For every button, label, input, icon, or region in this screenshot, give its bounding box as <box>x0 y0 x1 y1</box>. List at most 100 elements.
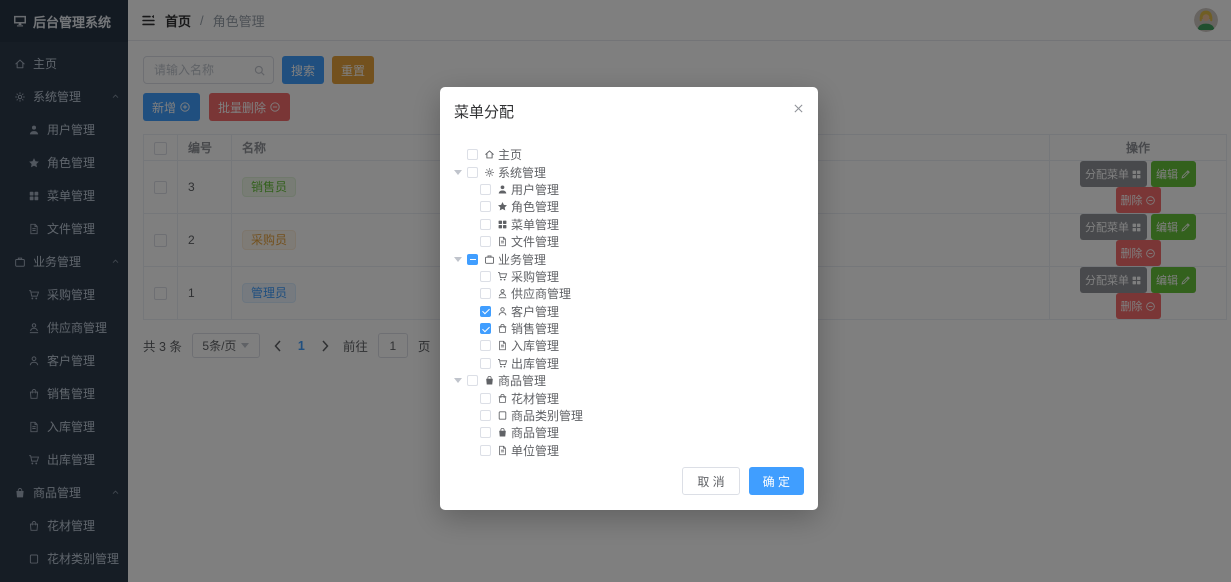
gear-icon <box>484 167 495 178</box>
cart-icon <box>497 358 508 369</box>
expander-caret-icon[interactable] <box>454 375 465 386</box>
tree-checkbox[interactable] <box>480 288 491 300</box>
confirm-button-label: 确 定 <box>762 474 790 489</box>
tree-checkbox[interactable] <box>467 375 478 387</box>
bag-icon <box>497 323 508 334</box>
suitcase-icon <box>484 254 495 265</box>
tree-node[interactable]: 单位管理 <box>454 442 804 459</box>
expander-caret-icon[interactable] <box>454 254 465 265</box>
tree-node-label: 商品管理 <box>511 426 560 441</box>
cart-icon <box>497 271 508 282</box>
tree-node[interactable]: 客户管理 <box>454 303 804 320</box>
tree-node-label: 系统管理 <box>498 165 547 180</box>
tree-node-label: 采购管理 <box>511 269 560 284</box>
user-solid-icon <box>497 184 508 195</box>
tree-node-label: 入库管理 <box>511 339 560 354</box>
tree-node[interactable]: 主页 <box>454 146 804 163</box>
tree-checkbox[interactable] <box>480 236 491 248</box>
tree-node-label: 商品管理 <box>498 374 547 389</box>
expander-caret-icon[interactable] <box>454 167 465 178</box>
tree-checkbox[interactable] <box>480 323 491 335</box>
tree-checkbox[interactable] <box>480 270 491 282</box>
tree-node-label: 菜单管理 <box>511 217 560 232</box>
tree-node-label: 用户管理 <box>511 182 560 197</box>
tree-node[interactable]: 角色管理 <box>454 198 804 215</box>
document-icon <box>497 445 508 456</box>
tree-node-label: 出库管理 <box>511 356 560 371</box>
tree-checkbox[interactable] <box>480 427 491 439</box>
tree-node[interactable]: 花材管理 <box>454 389 804 406</box>
dialog-footer: 取 消 确 定 <box>440 467 818 510</box>
user-base-icon <box>497 288 508 299</box>
tree-checkbox[interactable] <box>467 166 478 178</box>
tree-node[interactable]: 商品类别管理 <box>454 407 804 424</box>
tree-node-label: 销售管理 <box>511 322 560 337</box>
user-icon <box>497 306 508 317</box>
tree-checkbox[interactable] <box>480 444 491 456</box>
tree-node[interactable]: 菜单管理 <box>454 216 804 233</box>
tree-checkbox[interactable] <box>467 149 478 161</box>
tree-node-label: 供应商管理 <box>511 287 572 302</box>
tree-node[interactable]: 采购管理 <box>454 268 804 285</box>
menu-tree: 主页系统管理用户管理角色管理菜单管理文件管理业务管理采购管理供应商管理客户管理销… <box>440 126 818 467</box>
document-icon <box>497 236 508 247</box>
tree-checkbox[interactable] <box>480 218 491 230</box>
tree-checkbox[interactable] <box>480 392 491 404</box>
tree-checkbox[interactable] <box>480 305 491 317</box>
tree-node-label: 角色管理 <box>511 200 560 215</box>
tree-checkbox[interactable] <box>480 410 491 422</box>
tree-node-label: 业务管理 <box>498 252 547 267</box>
tree-node-label: 商品类别管理 <box>511 409 584 424</box>
confirm-button[interactable]: 确 定 <box>748 467 804 495</box>
tree-checkbox[interactable] <box>480 340 491 352</box>
tree-node[interactable]: 入库管理 <box>454 337 804 354</box>
dialog-header: 菜单分配 <box>440 87 818 126</box>
tree-node[interactable]: 文件管理 <box>454 233 804 250</box>
menu-assign-dialog: 菜单分配 主页系统管理用户管理角色管理菜单管理文件管理业务管理采购管理供应商管理… <box>440 87 818 510</box>
tree-node-label: 客户管理 <box>511 304 560 319</box>
star-icon <box>497 201 508 212</box>
bag-icon <box>497 393 508 404</box>
tree-node[interactable]: 出库管理 <box>454 355 804 372</box>
close-icon[interactable] <box>792 102 805 115</box>
document-icon <box>497 340 508 351</box>
tree-node[interactable]: 商品管理 <box>454 372 804 389</box>
tree-node[interactable]: 业务管理 <box>454 250 804 267</box>
goods-icon <box>497 427 508 438</box>
cancel-button-label: 取 消 <box>697 474 725 489</box>
tree-node-label: 文件管理 <box>511 235 560 250</box>
tree-node[interactable]: 销售管理 <box>454 320 804 337</box>
square-icon <box>497 410 508 421</box>
home-icon <box>484 149 495 160</box>
tree-checkbox[interactable] <box>480 183 491 195</box>
tree-checkbox[interactable] <box>480 357 491 369</box>
tree-node-label: 主页 <box>498 148 523 163</box>
tree-node-label: 花材管理 <box>511 391 560 406</box>
tree-node[interactable]: 供应商管理 <box>454 285 804 302</box>
cancel-button[interactable]: 取 消 <box>682 467 740 495</box>
tree-node[interactable]: 用户管理 <box>454 181 804 198</box>
tree-node[interactable]: 商品管理 <box>454 424 804 441</box>
tree-checkbox[interactable] <box>480 201 491 213</box>
grid-icon <box>497 219 508 230</box>
tree-node-label: 单位管理 <box>511 443 560 458</box>
tree-checkbox[interactable] <box>467 253 478 265</box>
dialog-title: 菜单分配 <box>454 104 515 121</box>
goods-icon <box>484 375 495 386</box>
tree-node[interactable]: 系统管理 <box>454 163 804 180</box>
